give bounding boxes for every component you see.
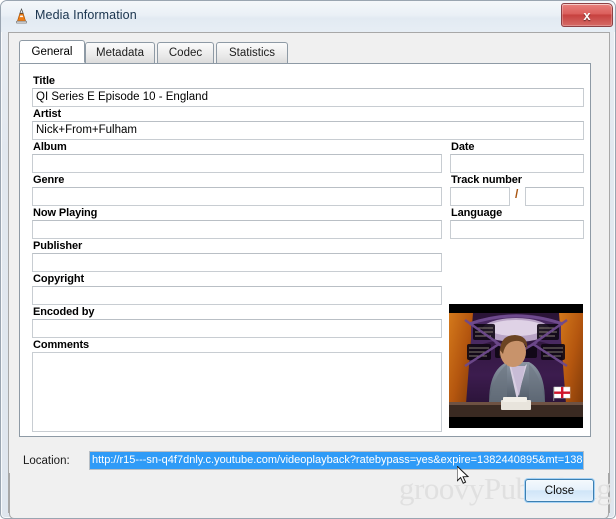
album-label: Album xyxy=(33,141,67,153)
tab-general-label: General xyxy=(31,45,73,58)
title-bar[interactable]: Media Information x xyxy=(1,1,615,32)
tab-statistics[interactable]: Statistics xyxy=(216,42,288,63)
vlc-cone-icon xyxy=(13,8,30,25)
tab-codec[interactable]: Codec xyxy=(157,42,214,63)
artist-input[interactable]: Nick+From+Fulham xyxy=(32,121,584,140)
language-label: Language xyxy=(451,207,503,219)
language-input[interactable] xyxy=(450,220,584,239)
encoded-by-label: Encoded by xyxy=(33,306,95,318)
album-input[interactable] xyxy=(32,154,442,173)
tab-statistics-label: Statistics xyxy=(228,47,275,59)
now-playing-input[interactable] xyxy=(32,220,442,239)
tab-general[interactable]: General xyxy=(19,40,85,63)
publisher-label: Publisher xyxy=(33,240,83,252)
copyright-label: Copyright xyxy=(33,273,85,285)
close-icon: x xyxy=(583,7,591,23)
track-separator: / xyxy=(515,187,519,201)
location-input[interactable]: http://r15---sn-q4f7dnly.c.youtube.com/v… xyxy=(89,451,584,470)
comments-label: Comments xyxy=(33,339,90,351)
genre-input[interactable] xyxy=(32,187,442,206)
tab-codec-label: Codec xyxy=(168,47,203,59)
copyright-input[interactable] xyxy=(32,286,442,305)
location-label: Location: xyxy=(23,455,70,467)
album-artwork xyxy=(449,304,583,428)
window-title: Media Information xyxy=(35,8,137,22)
track-number-label: Track number xyxy=(451,174,522,186)
window-close-button[interactable]: x xyxy=(561,3,613,27)
artist-label: Artist xyxy=(33,108,62,120)
date-label: Date xyxy=(451,141,475,153)
tab-bar: General Metadata Codec Statistics xyxy=(19,40,589,64)
title-input[interactable]: QI Series E Episode 10 - England xyxy=(32,88,584,107)
encoded-by-input[interactable] xyxy=(32,319,442,338)
media-information-dialog: Media Information x General Metadata Cod… xyxy=(0,0,616,519)
title-label: Title xyxy=(33,75,55,87)
date-input[interactable] xyxy=(450,154,584,173)
now-playing-label: Now Playing xyxy=(33,207,98,219)
tab-metadata[interactable]: Metadata xyxy=(85,42,155,63)
close-dialog-label: Close xyxy=(544,484,575,497)
track-total-input[interactable] xyxy=(525,187,584,206)
close-dialog-button[interactable]: Close xyxy=(525,479,594,502)
location-value: http://r15---sn-q4f7dnly.c.youtube.com/v… xyxy=(90,452,583,469)
genre-label: Genre xyxy=(33,174,65,186)
tab-metadata-label: Metadata xyxy=(96,47,144,59)
publisher-input[interactable] xyxy=(32,253,442,272)
comments-textarea[interactable] xyxy=(32,352,442,432)
track-number-input[interactable] xyxy=(450,187,510,206)
